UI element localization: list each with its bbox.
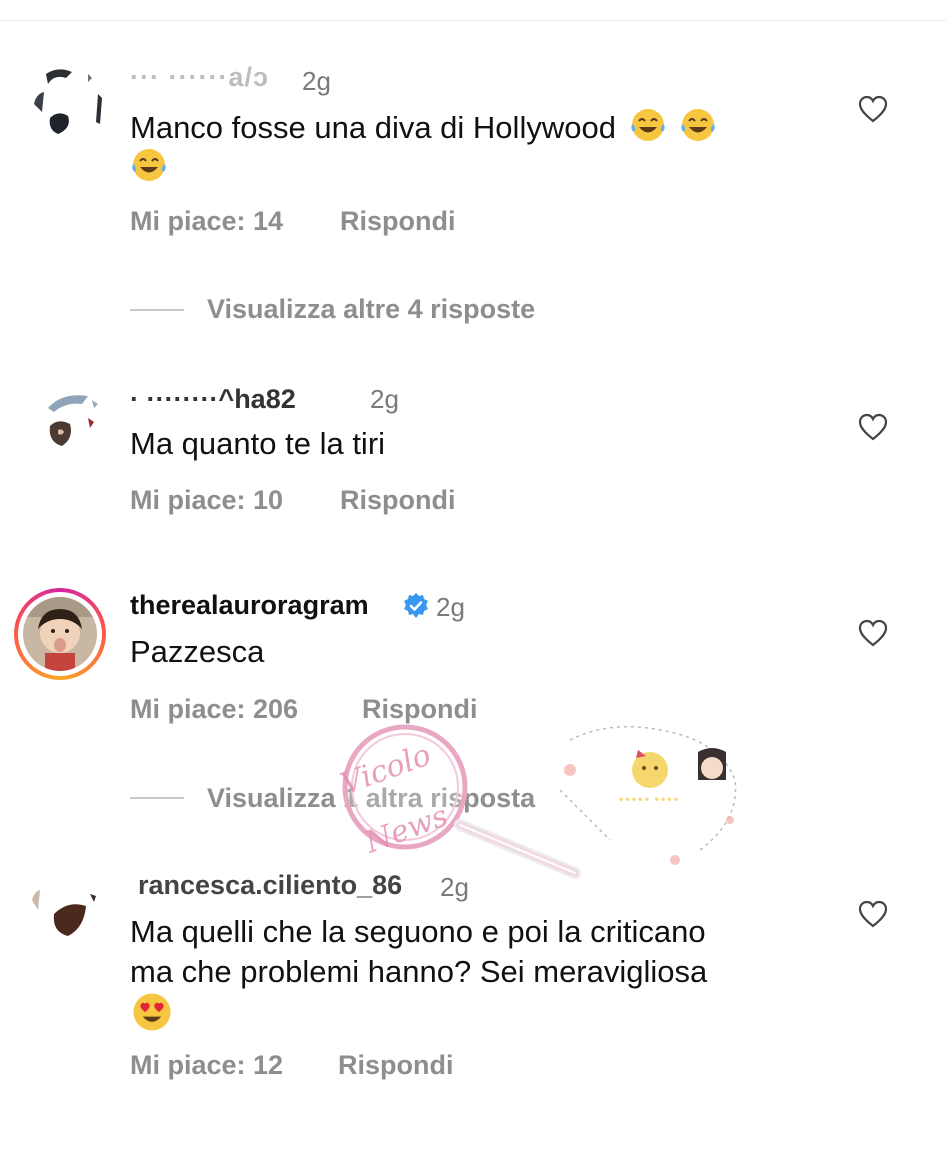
svg-text:••••• ••••: ••••• •••• [618,795,679,806]
commenter-avatar[interactable] [28,378,108,458]
like-heart-icon[interactable] [858,95,888,123]
comment-text: Manco fosse una diva di Hollywood [130,106,830,148]
laughing-tears-emoji-icon [132,149,166,181]
laughing-tears-emoji-icon [681,109,715,141]
comment-text-line-2: ma che problemi hanno? Sei meravigliosa [130,954,708,989]
reply-button[interactable]: Rispondi [340,485,456,516]
avatar-image [28,866,108,946]
reply-button[interactable]: Rispondi [362,694,478,725]
view-replies-link[interactable]: Visualizza altre 4 risposte [207,294,535,325]
comment-username[interactable]: · ········^ha82 [130,384,296,415]
comment-time: 2g [436,592,465,622]
commenter-avatar[interactable] [28,64,108,144]
avatar-image [28,378,108,458]
comment-text: Ma quanto te la tiri [130,426,386,461]
commenter-avatar[interactable] [28,866,108,946]
avatar-image [23,597,97,671]
comment-text-line-1: Ma quelli che la seguono e poi la critic… [130,914,706,949]
comment-text-content: Manco fosse una diva di Hollywood [130,110,616,145]
heart-eyes-emoji-icon [133,993,171,1031]
like-count[interactable]: Mi piace: 12 [130,1050,283,1081]
comment-time: 2g [440,872,469,902]
like-count[interactable]: Mi piace: 206 [130,694,298,725]
comment-time: 2g [370,384,399,414]
like-count[interactable]: Mi piace: 14 [130,206,283,237]
like-heart-icon[interactable] [858,900,888,928]
replies-divider [130,797,184,799]
like-heart-icon[interactable] [858,413,888,441]
commenter-avatar [23,597,97,671]
story-ring[interactable] [14,588,106,680]
reply-button[interactable]: Rispondi [338,1050,454,1081]
like-count[interactable]: Mi piace: 10 [130,485,283,516]
top-divider [0,20,946,21]
comment-text: Pazzesca [130,634,265,669]
comment-username[interactable]: therealauroragram [130,590,369,621]
cartoon-girls-icon: ••••• •••• [474,725,737,865]
reply-button[interactable]: Rispondi [340,206,456,237]
laughing-tears-emoji-icon [630,109,665,141]
view-replies-link[interactable]: Visualizza 1 altra risposta [207,783,535,814]
verified-badge-icon [404,593,428,618]
comment-username[interactable]: ··· ······a/ɔ [130,62,269,93]
replies-divider [130,309,184,311]
comment-time: 2g [302,66,331,96]
like-heart-icon[interactable] [858,619,888,647]
cartoon-watermark: ••••• •••• [474,720,750,870]
avatar-image [28,64,108,144]
comment-username[interactable]: rancesca.ciliento_86 [138,870,402,901]
comment-text: Ma quelli che la seguono e poi la critic… [130,912,830,992]
